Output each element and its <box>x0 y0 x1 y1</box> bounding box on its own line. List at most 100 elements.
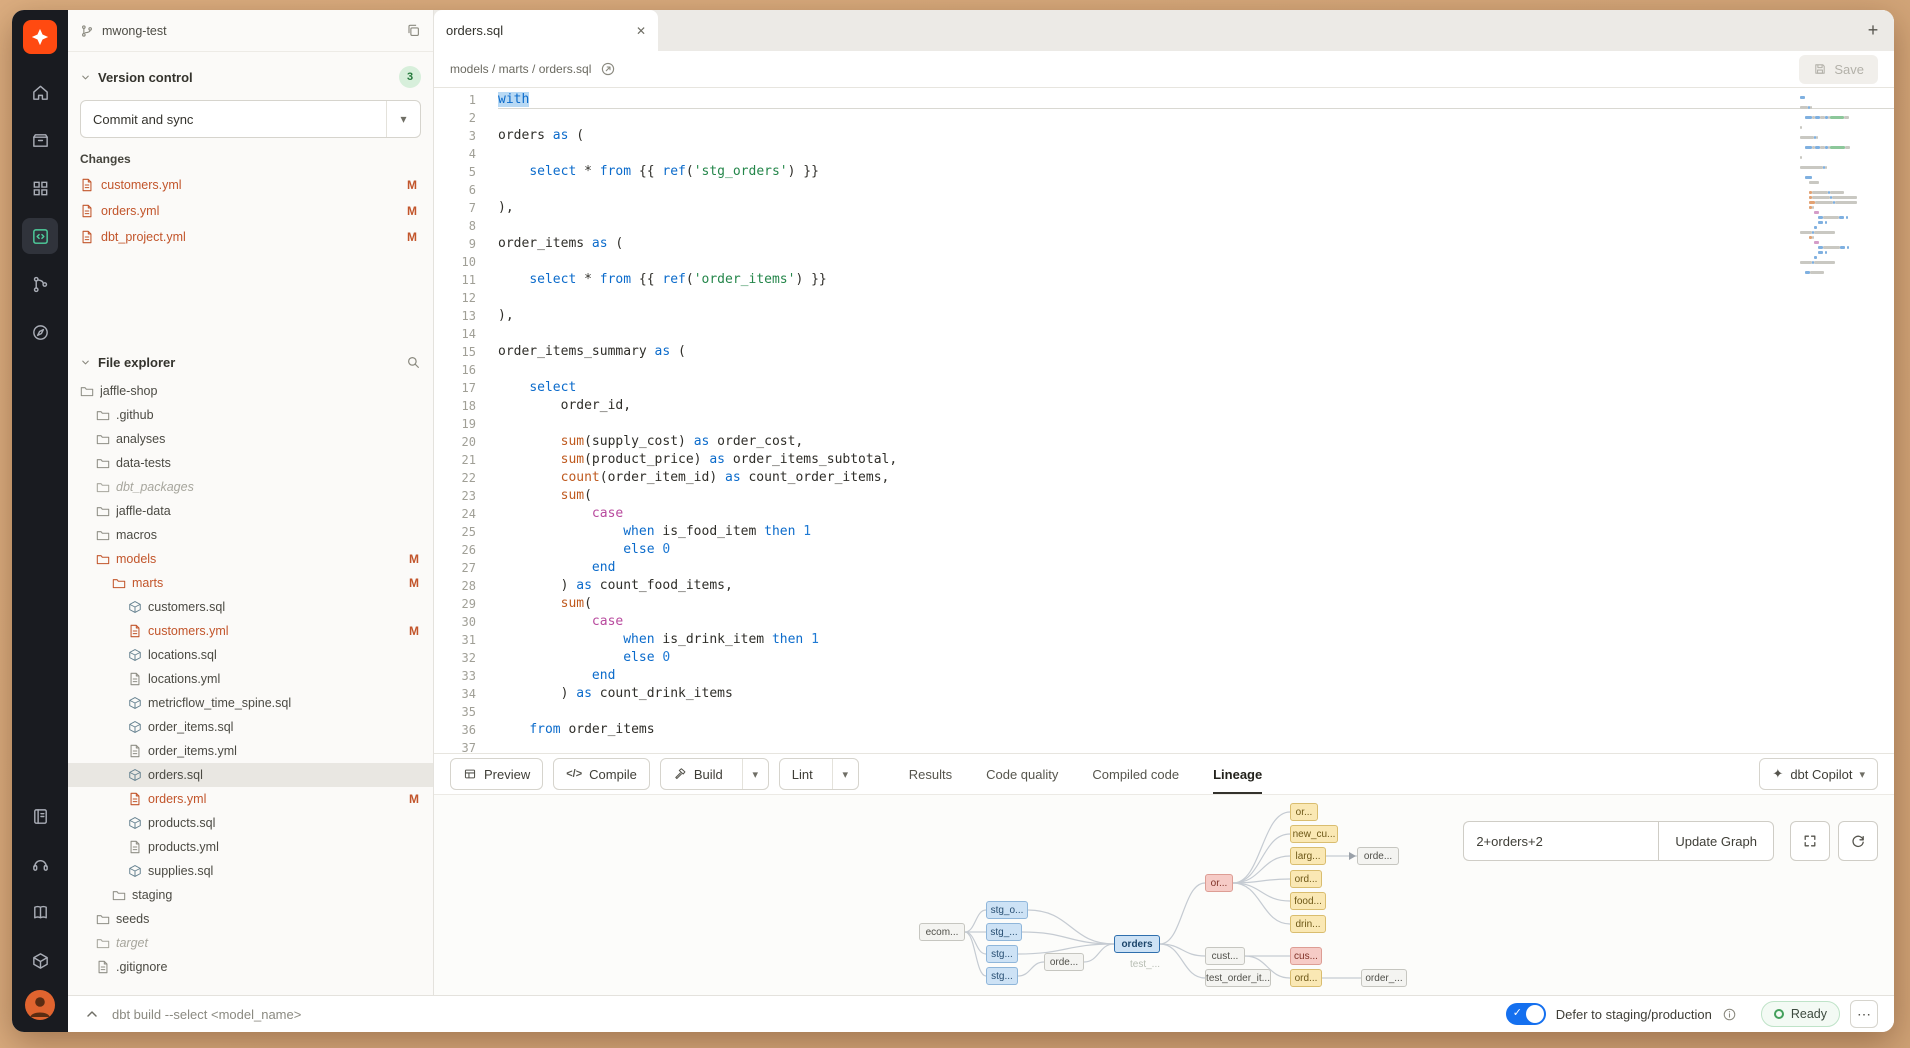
tree-item-order-items-yml[interactable]: order_items.yml <box>68 739 433 763</box>
lineage-node-test-order-it[interactable]: test_order_it... <box>1205 969 1271 987</box>
tree-item-orders-yml[interactable]: orders.ymlM <box>68 787 433 811</box>
tree-item-locations-yml[interactable]: locations.yml <box>68 667 433 691</box>
tree-item-orders-sql[interactable]: orders.sql <box>68 763 433 787</box>
tree-item-jaffle-shop[interactable]: jaffle-shop <box>68 379 433 403</box>
home-icon[interactable] <box>22 74 58 110</box>
save-button[interactable]: Save <box>1799 55 1878 84</box>
tree-item-products-sql[interactable]: products.sql <box>68 811 433 835</box>
tree-item-jaffle-data[interactable]: jaffle-data <box>68 499 433 523</box>
commit-and-sync-button[interactable]: Commit and sync ▾ <box>80 100 421 138</box>
tree-item-models[interactable]: modelsM <box>68 547 433 571</box>
tree-item-staging[interactable]: staging <box>68 883 433 907</box>
lineage-node-or[interactable]: or... <box>1290 803 1318 821</box>
build-button[interactable]: Build ▾ <box>660 758 769 790</box>
changed-file-customers-yml[interactable]: customers.ymlM <box>80 172 421 198</box>
tree-item-data-tests[interactable]: data-tests <box>68 451 433 475</box>
dbt-logo[interactable] <box>23 20 57 54</box>
tree-item-seeds[interactable]: seeds <box>68 907 433 931</box>
editor-minimap[interactable] <box>1800 96 1880 281</box>
tree-item-dbt-packages[interactable]: dbt_packages <box>68 475 433 499</box>
tree-item-github[interactable]: .github <box>68 403 433 427</box>
changed-file-orders-yml[interactable]: orders.ymlM <box>80 198 421 224</box>
lineage-node-drin[interactable]: drin... <box>1290 915 1326 933</box>
lineage-node-orders[interactable]: orders <box>1114 935 1160 953</box>
lineage-node-food[interactable]: food... <box>1290 892 1326 910</box>
tree-item-metricflow-time-spine-sql[interactable]: metricflow_time_spine.sql <box>68 691 433 715</box>
status-badge[interactable]: Ready <box>1761 1001 1840 1027</box>
copy-path-icon[interactable] <box>600 61 616 77</box>
explore-icon[interactable] <box>22 314 58 350</box>
compile-button[interactable]: </> Compile <box>553 758 650 790</box>
notebook-icon[interactable] <box>22 798 58 834</box>
tree-item-gitignore[interactable]: .gitignore <box>68 955 433 979</box>
lint-button[interactable]: Lint ▾ <box>779 758 859 790</box>
docs-icon[interactable] <box>22 894 58 930</box>
version-control-header[interactable]: Version control 3 <box>80 62 421 92</box>
code-editor[interactable]: 1234567891011121314151617181920212223242… <box>434 88 1894 753</box>
changed-file-dbt-project-yml[interactable]: dbt_project.ymlM <box>80 224 421 250</box>
lineage-node-ecom[interactable]: ecom... <box>919 923 965 941</box>
update-graph-button[interactable]: Update Graph <box>1658 821 1774 861</box>
tab-orders-sql[interactable]: orders.sql ✕ <box>434 10 658 51</box>
lineage-node-stg-o[interactable]: stg_o... <box>986 901 1028 919</box>
lineage-node-cus[interactable]: cus... <box>1290 947 1322 965</box>
tab-compiled-code[interactable]: Compiled code <box>1092 754 1179 794</box>
build-main-segment[interactable]: Build <box>661 759 735 789</box>
tree-item-locations-sql[interactable]: locations.sql <box>68 643 433 667</box>
project-row[interactable]: mwong-test <box>68 10 433 52</box>
lineage-node-order[interactable]: order_... <box>1361 969 1407 987</box>
expand-command-bar-icon[interactable] <box>84 1006 100 1022</box>
close-tab-icon[interactable]: ✕ <box>636 24 646 38</box>
lint-main-segment[interactable]: Lint <box>780 759 825 789</box>
tree-item-order-items-sql[interactable]: order_items.sql <box>68 715 433 739</box>
lineage-node-new-cu[interactable]: new_cu... <box>1290 825 1338 843</box>
refresh-icon[interactable] <box>1838 821 1878 861</box>
tree-item-supplies-sql[interactable]: supplies.sql <box>68 859 433 883</box>
apps-icon[interactable] <box>22 170 58 206</box>
lineage-node-orde[interactable]: orde... <box>1044 953 1084 971</box>
tree-item-marts[interactable]: martsM <box>68 571 433 595</box>
search-icon[interactable] <box>406 355 421 370</box>
tree-item-products-yml[interactable]: products.yml <box>68 835 433 859</box>
file-explorer-header[interactable]: File explorer <box>68 345 433 379</box>
lint-label: Lint <box>792 767 813 782</box>
catalog-icon[interactable] <box>22 942 58 978</box>
orchestrate-icon[interactable] <box>22 266 58 302</box>
tree-item-analyses[interactable]: analyses <box>68 427 433 451</box>
lineage-node-or[interactable]: or... <box>1205 874 1233 892</box>
tree-item-customers-yml[interactable]: customers.ymlM <box>68 619 433 643</box>
commit-options-caret[interactable]: ▾ <box>386 101 420 137</box>
lint-options-caret[interactable]: ▾ <box>832 759 858 789</box>
lineage-node-ord[interactable]: ord... <box>1290 969 1322 987</box>
lineage-selector-input[interactable] <box>1463 821 1658 861</box>
defer-toggle[interactable]: ✓ <box>1506 1003 1546 1025</box>
support-icon[interactable] <box>22 846 58 882</box>
lineage-node-stg[interactable]: stg_... <box>986 923 1022 941</box>
lineage-node-orde[interactable]: orde... <box>1357 847 1399 865</box>
lineage-node-test[interactable]: test_... <box>1116 955 1174 973</box>
lineage-node-larg[interactable]: larg... <box>1290 847 1326 865</box>
tab-results[interactable]: Results <box>909 754 952 794</box>
file-name: macros <box>116 528 423 542</box>
new-tab-button[interactable]: + <box>1852 10 1894 51</box>
develop-icon[interactable] <box>22 218 58 254</box>
tab-lineage[interactable]: Lineage <box>1213 754 1262 794</box>
lineage-node-stg[interactable]: stg... <box>986 945 1018 963</box>
lineage-node-cust[interactable]: cust... <box>1205 947 1245 965</box>
dbt-copilot-button[interactable]: ✦ dbt Copilot ▾ <box>1759 758 1878 790</box>
tab-code-quality[interactable]: Code quality <box>986 754 1058 794</box>
user-avatar[interactable] <box>25 990 55 1020</box>
fullscreen-icon[interactable] <box>1790 821 1830 861</box>
info-icon[interactable] <box>1722 1007 1737 1022</box>
preview-button[interactable]: Preview <box>450 758 543 790</box>
lineage-node-ord[interactable]: ord... <box>1290 870 1322 888</box>
tree-item-macros[interactable]: macros <box>68 523 433 547</box>
tree-item-target[interactable]: target <box>68 931 433 955</box>
lineage-node-stg[interactable]: stg... <box>986 967 1018 985</box>
build-options-caret[interactable]: ▾ <box>742 759 768 789</box>
duplicate-icon[interactable] <box>406 23 421 38</box>
more-options-button[interactable]: ⋯ <box>1850 1000 1878 1028</box>
command-input[interactable]: dbt build --select <model_name> <box>112 1007 301 1022</box>
deploy-icon[interactable] <box>22 122 58 158</box>
tree-item-customers-sql[interactable]: customers.sql <box>68 595 433 619</box>
